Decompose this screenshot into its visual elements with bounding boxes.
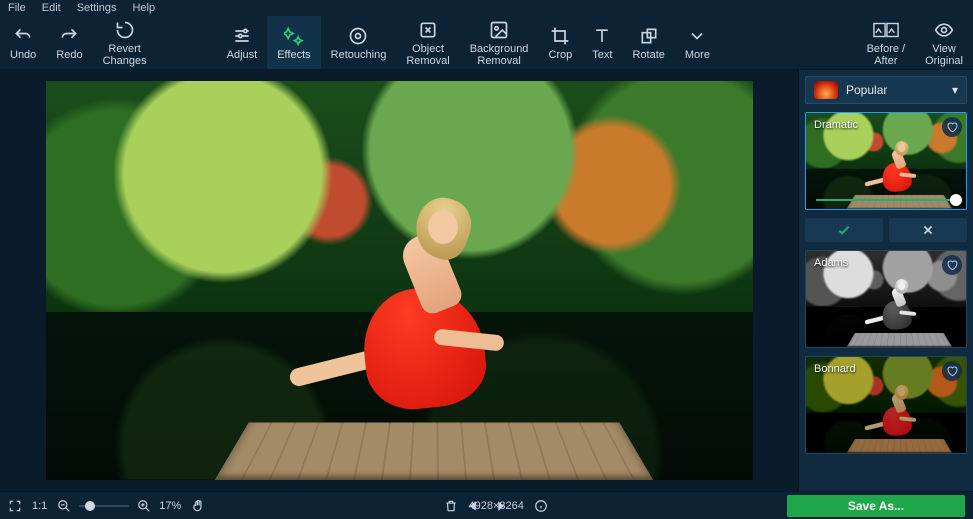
info-button[interactable] bbox=[534, 499, 548, 513]
zoom-percent: 17% bbox=[159, 500, 181, 512]
background-removal-button[interactable]: Background Removal bbox=[460, 16, 539, 69]
chevron-down-icon bbox=[687, 25, 707, 47]
revert-changes-button[interactable]: Revert Changes bbox=[93, 16, 157, 69]
before-after-button[interactable]: Before / After bbox=[857, 16, 916, 69]
zoom-in-button[interactable] bbox=[137, 499, 151, 513]
effects-category-label: Popular bbox=[846, 83, 887, 97]
image-nav bbox=[467, 499, 507, 513]
rotate-icon bbox=[639, 25, 659, 47]
revert-icon bbox=[115, 19, 135, 41]
status-bar: 1:1 17% 4928×3264 Save As... bbox=[0, 491, 973, 519]
cancel-preset-button[interactable] bbox=[889, 218, 967, 242]
text-button[interactable]: Text bbox=[582, 16, 622, 69]
adjust-button[interactable]: Adjust bbox=[217, 16, 268, 69]
preset-label: Bonnard bbox=[814, 363, 856, 375]
fire-icon bbox=[814, 81, 838, 99]
favorite-button[interactable] bbox=[942, 117, 962, 137]
text-label: Text bbox=[592, 49, 612, 61]
object-removal-icon bbox=[418, 19, 438, 41]
menu-help[interactable]: Help bbox=[132, 2, 155, 14]
menu-file[interactable]: File bbox=[8, 2, 26, 14]
effects-panel: Popular ▾ Dramatic Adams Bonnard bbox=[798, 70, 973, 491]
crop-icon bbox=[550, 25, 570, 47]
background-removal-icon bbox=[489, 19, 509, 41]
view-original-label: View Original bbox=[925, 43, 963, 67]
crop-label: Crop bbox=[548, 49, 572, 61]
preset-adams[interactable]: Adams bbox=[805, 250, 967, 348]
effects-label: Effects bbox=[277, 49, 310, 61]
crop-button[interactable]: Crop bbox=[538, 16, 582, 69]
save-as-button[interactable]: Save As... bbox=[787, 495, 965, 517]
menu-bar: File Edit Settings Help bbox=[0, 0, 973, 16]
preset-confirm-bar bbox=[805, 218, 967, 242]
zoom-controls: 17% bbox=[57, 499, 181, 513]
view-original-button[interactable]: View Original bbox=[915, 16, 973, 69]
before-after-label: Before / After bbox=[867, 43, 906, 67]
effects-button[interactable]: Effects bbox=[267, 16, 320, 69]
undo-icon bbox=[13, 25, 33, 47]
intensity-slider[interactable] bbox=[816, 199, 956, 201]
background-removal-label: Background Removal bbox=[470, 43, 529, 67]
adjust-label: Adjust bbox=[227, 49, 258, 61]
retouching-icon bbox=[348, 25, 368, 47]
redo-label: Redo bbox=[56, 49, 82, 61]
object-removal-label: Object Removal bbox=[406, 43, 449, 67]
text-icon bbox=[592, 25, 612, 47]
compare-icon bbox=[873, 19, 899, 41]
redo-button[interactable]: Redo bbox=[46, 16, 92, 69]
favorite-button[interactable] bbox=[942, 255, 962, 275]
menu-settings[interactable]: Settings bbox=[77, 2, 117, 14]
preset-label: Dramatic bbox=[814, 119, 858, 131]
retouching-label: Retouching bbox=[331, 49, 387, 61]
redo-icon bbox=[59, 25, 79, 47]
undo-button[interactable]: Undo bbox=[0, 16, 46, 69]
retouching-button[interactable]: Retouching bbox=[321, 16, 397, 69]
eye-icon bbox=[934, 19, 954, 41]
preset-bonnard[interactable]: Bonnard bbox=[805, 356, 967, 454]
delete-button[interactable] bbox=[444, 499, 458, 513]
pan-hand-button[interactable] bbox=[191, 499, 205, 513]
menu-edit[interactable]: Edit bbox=[42, 2, 61, 14]
adjust-icon bbox=[232, 25, 252, 47]
main-area: Popular ▾ Dramatic Adams Bonnard bbox=[0, 70, 973, 491]
apply-preset-button[interactable] bbox=[805, 218, 883, 242]
more-label: More bbox=[685, 49, 710, 61]
zoom-out-button[interactable] bbox=[57, 499, 71, 513]
fit-1to1-button[interactable]: 1:1 bbox=[32, 500, 47, 512]
photo bbox=[46, 81, 753, 480]
undo-label: Undo bbox=[10, 49, 36, 61]
image-canvas[interactable] bbox=[0, 70, 798, 491]
preset-dramatic[interactable]: Dramatic bbox=[805, 112, 967, 210]
effects-category-dropdown[interactable]: Popular ▾ bbox=[805, 76, 967, 104]
revert-label: Revert Changes bbox=[103, 43, 147, 67]
preset-label: Adams bbox=[814, 257, 848, 269]
chevron-down-icon: ▾ bbox=[952, 83, 958, 97]
effects-icon bbox=[284, 25, 304, 47]
fullscreen-button[interactable] bbox=[8, 499, 22, 513]
more-button[interactable]: More bbox=[675, 16, 720, 69]
next-image-button[interactable] bbox=[493, 499, 507, 513]
zoom-slider[interactable] bbox=[79, 505, 129, 507]
prev-image-button[interactable] bbox=[467, 499, 481, 513]
favorite-button[interactable] bbox=[942, 361, 962, 381]
object-removal-button[interactable]: Object Removal bbox=[396, 16, 459, 69]
rotate-label: Rotate bbox=[632, 49, 664, 61]
rotate-button[interactable]: Rotate bbox=[622, 16, 674, 69]
main-toolbar: Undo Redo Revert Changes Adjust Effects … bbox=[0, 16, 973, 70]
